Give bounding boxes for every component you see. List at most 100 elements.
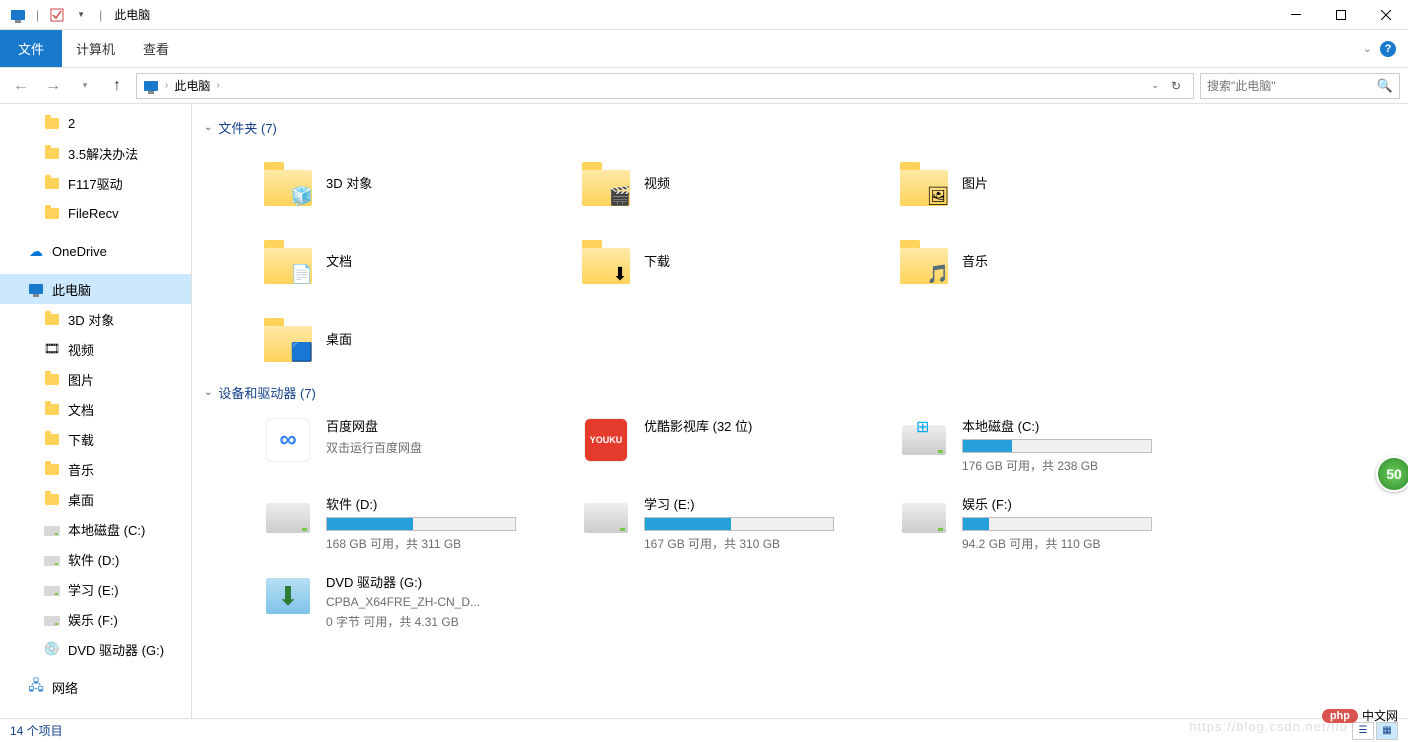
sidebar-item-this-pc[interactable]: 此电脑 [0, 274, 191, 304]
address-dropdown-icon[interactable]: ⌄ [1151, 80, 1159, 91]
drive-sub: 双击运行百度网盘 [326, 439, 574, 456]
sidebar-item-downloads[interactable]: 下载 [0, 424, 191, 454]
sidebar-label: 2 [68, 116, 75, 131]
search-icon[interactable]: 🔍 [1377, 78, 1393, 94]
maximize-button[interactable] [1318, 0, 1363, 30]
breadcrumb-bar[interactable]: › 此电脑 › ⌄ ↻ [136, 73, 1194, 99]
drive-stats: 0 字节 可用，共 4.31 GB [326, 613, 574, 630]
nav-forward-button[interactable]: → [40, 73, 66, 99]
folder-label: 视频 [644, 173, 670, 192]
sidebar-item-disk-d[interactable]: 软件 (D:) [0, 544, 191, 574]
sidebar-item-folder[interactable]: 2 [0, 108, 191, 138]
disk-icon [44, 581, 60, 597]
sidebar-item-onedrive[interactable]: ☁ OneDrive [0, 236, 191, 266]
cloud-icon: ☁ [28, 243, 44, 259]
folder-icon: 📄 [264, 236, 312, 284]
drive-item[interactable]: 娱乐 (F:)94.2 GB 可用，共 110 GB [896, 486, 1214, 564]
status-bar: 14 个项目 ☰ ▦ [0, 718, 1408, 742]
sidebar-label: 娱乐 (F:) [68, 610, 118, 629]
sidebar-item-videos[interactable]: 🎞视频 [0, 334, 191, 364]
sidebar-item-folder[interactable]: 3.5解决办法 [0, 138, 191, 168]
drive-name: DVD 驱动器 (G:) [326, 572, 574, 591]
drive-item[interactable]: 学习 (E:)167 GB 可用，共 310 GB [578, 486, 896, 564]
folder-item[interactable]: 🎬 视频 [578, 143, 896, 221]
floating-badge[interactable]: 50 [1376, 456, 1408, 492]
ribbon-expand-icon[interactable]: ⌄ [1363, 42, 1372, 55]
section-title: 文件夹 (7) [218, 118, 277, 137]
sidebar-item-3d[interactable]: 3D 对象 [0, 304, 191, 334]
folder-label: 文档 [326, 251, 352, 270]
ribbon-tab-file[interactable]: 文件 [0, 30, 62, 67]
sidebar-item-disk-c[interactable]: 本地磁盘 (C:) [0, 514, 191, 544]
nav-up-button[interactable]: ↑ [104, 73, 130, 99]
sidebar-label: 学习 (E:) [68, 580, 119, 599]
drive-item[interactable]: YOUKU优酷影视库 (32 位) [578, 408, 896, 486]
navigation-sidebar[interactable]: 2 3.5解决办法 F117驱动 FileRecv ☁OneDrive 此电脑 … [0, 104, 192, 718]
close-button[interactable] [1363, 0, 1408, 30]
sidebar-item-dvd[interactable]: 💿DVD 驱动器 (G:) [0, 634, 191, 664]
chevron-down-icon[interactable]: ⌄ [204, 387, 212, 398]
minimize-button[interactable] [1273, 0, 1318, 30]
drive-usage-bar [644, 517, 834, 531]
drive-usage-bar [962, 439, 1152, 453]
php-badge: php 中文网 [1322, 707, 1398, 724]
view-tiles-button[interactable]: ▦ [1376, 722, 1398, 740]
help-icon[interactable]: ? [1380, 41, 1396, 57]
search-input[interactable] [1207, 79, 1377, 93]
sidebar-item-folder[interactable]: F117驱动 [0, 168, 191, 198]
sidebar-item-music[interactable]: 音乐 [0, 454, 191, 484]
sidebar-item-folder[interactable]: FileRecv [0, 198, 191, 228]
sidebar-item-desktop[interactable]: 桌面 [0, 484, 191, 514]
sidebar-item-disk-f[interactable]: 娱乐 (F:) [0, 604, 191, 634]
folder-label: 音乐 [962, 251, 988, 270]
sidebar-label: 网络 [52, 678, 78, 697]
drive-stats: 94.2 GB 可用，共 110 GB [962, 535, 1210, 552]
drive-item[interactable]: 软件 (D:)168 GB 可用，共 311 GB [260, 486, 578, 564]
content-pane[interactable]: ⌄ 文件夹 (7) 🧊 3D 对象 🎬 视频 🖼 图片 📄 文档 ⬇ 下载 🎵 … [192, 104, 1408, 718]
view-details-button[interactable]: ☰ [1352, 722, 1374, 740]
folder-label: 桌面 [326, 329, 352, 348]
ribbon-tab-computer[interactable]: 计算机 [62, 30, 129, 67]
folder-item[interactable]: 🧊 3D 对象 [260, 143, 578, 221]
dvd-drive-icon: ⬇ [266, 578, 310, 614]
folder-item[interactable]: 🖼 图片 [896, 143, 1214, 221]
folder-item[interactable]: 🟦 桌面 [260, 299, 578, 377]
app-icon: ∞ [266, 418, 310, 462]
section-header-drives[interactable]: ⌄ 设备和驱动器 (7) [200, 377, 1408, 408]
folder-item[interactable]: 📄 文档 [260, 221, 578, 299]
drive-name: 学习 (E:) [644, 494, 892, 513]
ribbon-tab-view[interactable]: 查看 [129, 30, 183, 67]
folder-item[interactable]: 🎵 音乐 [896, 221, 1214, 299]
section-header-folders[interactable]: ⌄ 文件夹 (7) [200, 112, 1408, 143]
breadcrumb-item[interactable]: 此电脑 [174, 77, 210, 94]
sidebar-label: OneDrive [52, 244, 107, 259]
sidebar-item-pictures[interactable]: 图片 [0, 364, 191, 394]
badge-label: 中文网 [1362, 707, 1398, 724]
sidebar-label: 软件 (D:) [68, 550, 119, 569]
qat-dropdown-icon[interactable]: ▼ [71, 5, 91, 25]
sidebar-label: 文档 [68, 400, 94, 419]
refresh-button[interactable]: ↻ [1165, 79, 1187, 93]
drive-sub: CPBA_X64FRE_ZH-CN_D... [326, 595, 574, 609]
drive-item[interactable]: ∞ 百度网盘双击运行百度网盘 [260, 408, 578, 486]
address-bar: ← → ▾ ↑ › 此电脑 › ⌄ ↻ 🔍 [0, 68, 1408, 104]
sidebar-item-network[interactable]: 🖧网络 [0, 672, 191, 702]
disk-icon [44, 551, 60, 567]
sidebar-label: 图片 [68, 370, 94, 389]
sidebar-item-disk-e[interactable]: 学习 (E:) [0, 574, 191, 604]
chevron-down-icon[interactable]: ⌄ [204, 122, 212, 133]
drive-item[interactable]: ⬇ DVD 驱动器 (G:) CPBA_X64FRE_ZH-CN_D... 0 字节 … [260, 564, 578, 642]
nav-recent-dropdown[interactable]: ▾ [72, 73, 98, 99]
drive-name: 百度网盘 [326, 416, 574, 435]
folder-item[interactable]: ⬇ 下载 [578, 221, 896, 299]
qat-properties-icon[interactable] [47, 5, 67, 25]
drive-item[interactable]: ⊞本地磁盘 (C:)176 GB 可用，共 238 GB [896, 408, 1214, 486]
sidebar-item-documents[interactable]: 文档 [0, 394, 191, 424]
sidebar-label: 桌面 [68, 490, 94, 509]
sidebar-label: 视频 [68, 340, 94, 359]
nav-back-button[interactable]: ← [8, 73, 34, 99]
drive-usage-bar [962, 517, 1152, 531]
search-box[interactable]: 🔍 [1200, 73, 1400, 99]
drive-name: 软件 (D:) [326, 494, 574, 513]
disk-drive-icon: ⊞ [902, 425, 946, 455]
